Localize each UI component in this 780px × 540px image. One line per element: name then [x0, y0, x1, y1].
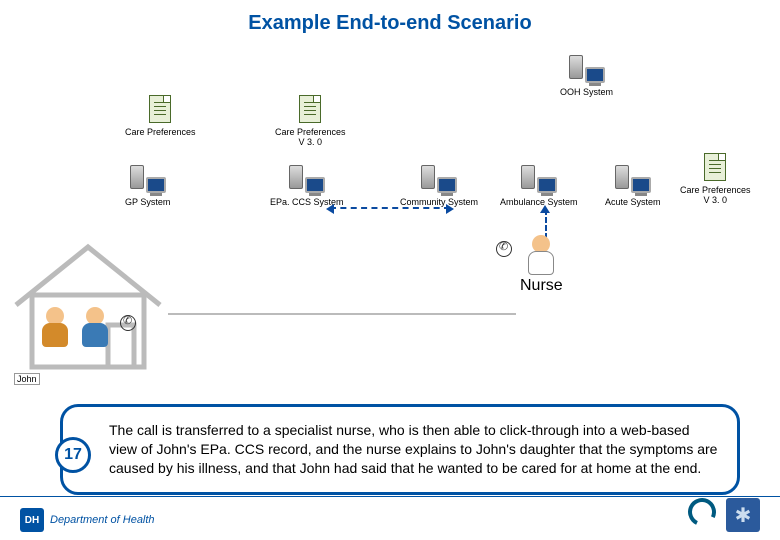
phone-icon [120, 315, 136, 331]
john-label: John [14, 373, 40, 385]
connector-epaccs-community [330, 207, 450, 209]
step-number: 17 [55, 437, 91, 473]
callout-text: The call is transferred to a specialist … [109, 421, 721, 478]
john-person [42, 307, 68, 347]
document-icon [299, 95, 321, 123]
diagram-canvas: OOH System Care Preferences Care Prefere… [0, 35, 780, 415]
connector-arrow-up [540, 205, 550, 213]
house-icon [8, 235, 168, 375]
connector-house-nurse [168, 313, 516, 315]
computer-icon [521, 165, 557, 193]
nurse-label: Nurse [520, 277, 563, 295]
computer-icon [421, 165, 457, 193]
document-icon [704, 153, 726, 181]
system-label-community: Community System [400, 197, 478, 207]
system-label-gp: GP System [125, 197, 170, 207]
callout-box: 17 The call is transferred to a speciali… [60, 404, 740, 495]
phone-icon [496, 241, 512, 257]
dh-logo-text: Department of Health [50, 514, 155, 526]
daughter-person [82, 307, 108, 347]
computer-icon [569, 55, 605, 83]
computer-icon [289, 165, 325, 193]
system-label-ooh: OOH System [560, 87, 613, 97]
dh-badge-icon: DH [20, 508, 44, 532]
q-logo-icon [684, 494, 720, 530]
nurse-person: Nurse [520, 235, 563, 295]
snowflake-logo-icon: ✱ [726, 498, 760, 532]
system-label-ambulance: Ambulance System [500, 197, 578, 207]
computer-icon [615, 165, 651, 193]
doc-label-care-pref-left: Care Preferences [125, 127, 196, 137]
computer-icon [130, 165, 166, 193]
footer: DH Department of Health ✱ [0, 496, 780, 536]
doc-label-care-pref-mid: Care Preferences V 3. 0 [275, 127, 346, 147]
page-title: Example End-to-end Scenario [0, 0, 780, 35]
doc-label-care-pref-right: Care Preferences V 3. 0 [680, 185, 751, 205]
dh-logo: DH Department of Health [20, 508, 155, 532]
document-icon [149, 95, 171, 123]
system-label-acute: Acute System [605, 197, 661, 207]
